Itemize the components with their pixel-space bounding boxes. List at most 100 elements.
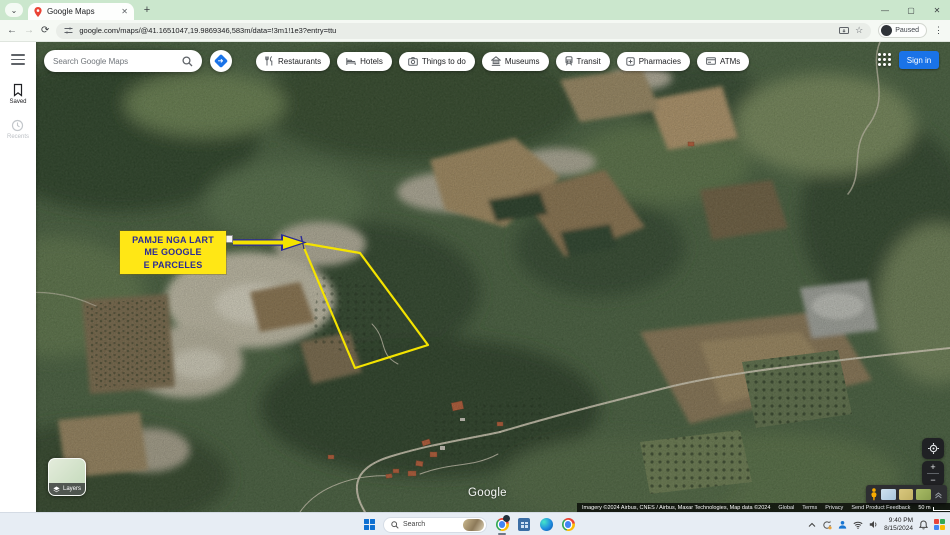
window-controls: — ▢ ✕ [872, 0, 950, 20]
tray-expand-chevron-icon[interactable] [808, 522, 816, 528]
directions-button[interactable]: ➜ [210, 50, 232, 72]
chip-label: Things to do [422, 57, 466, 66]
taskbar-search-box[interactable]: Search [383, 517, 487, 533]
footer-link-region[interactable]: Global [778, 505, 794, 511]
map-attribution-bar: Imagery ©2024 Airbus, CNES / Airbus, Max… [577, 503, 950, 512]
widgets-icon[interactable] [934, 519, 945, 530]
chip-hotels[interactable]: Hotels [337, 52, 392, 71]
scale-bar [933, 507, 950, 511]
url-text: google.com/maps/@41.1651047,19.9869346,5… [79, 26, 336, 35]
taskbar-edge-icon[interactable] [539, 516, 553, 533]
browser-window: ⌄ Google Maps ✕ + — ▢ ✕ ← → ⟳ google.com… [0, 0, 950, 535]
map-style-thumbnail[interactable] [899, 489, 914, 500]
sidebar-item-recents[interactable]: Recents [7, 119, 29, 140]
chip-things-to-do[interactable]: Things to do [399, 52, 475, 71]
chip-label: Museums [505, 57, 540, 66]
minimize-button[interactable]: — [872, 0, 898, 20]
clock-time: 9:40 PM [884, 517, 913, 525]
maps-search-box[interactable]: Search Google Maps [44, 50, 202, 72]
bookmark-icon [12, 83, 24, 97]
search-highlight-thumbnail [463, 519, 484, 531]
tab-google-maps[interactable]: Google Maps ✕ [28, 3, 134, 20]
new-tab-button[interactable]: + [139, 2, 155, 18]
footer-link-terms[interactable]: Terms [802, 505, 817, 511]
profile-avatar [881, 25, 892, 36]
chip-label: Restaurants [278, 57, 321, 66]
chip-museums[interactable]: Museums [482, 52, 549, 71]
layers-button[interactable]: Layers [48, 458, 86, 496]
site-settings-icon[interactable] [64, 26, 73, 35]
category-chips: Restaurants Hotels Things to do Museums … [256, 52, 749, 71]
notification-badge [503, 515, 510, 522]
notifications-bell-icon[interactable] [919, 520, 928, 530]
search-icon [391, 521, 399, 529]
close-button[interactable]: ✕ [924, 0, 950, 20]
pharmacies-icon [626, 57, 635, 66]
sync-icon[interactable] [822, 520, 832, 530]
google-watermark: Google [468, 487, 507, 499]
sidebar-item-label: Saved [9, 99, 26, 105]
zoom-in-button[interactable]: + [922, 461, 944, 473]
map-style-thumbnail[interactable] [916, 489, 931, 500]
history-icon [11, 119, 24, 132]
imagery-control-bar [866, 485, 947, 504]
wifi-icon[interactable] [853, 521, 863, 529]
search-icon[interactable] [182, 56, 193, 67]
google-apps-grid-icon[interactable] [878, 53, 891, 66]
clock-date: 8/15/2024 [884, 525, 913, 533]
chip-atms[interactable]: ATMs [697, 52, 749, 71]
chip-pharmacies[interactable]: Pharmacies [617, 52, 690, 71]
taskbar-clock[interactable]: 9:40 PM 8/15/2024 [884, 517, 913, 533]
layers-label: Layers [63, 486, 81, 492]
profile-chip[interactable]: Paused [878, 23, 927, 38]
annotation-line: E PARCELES [144, 259, 203, 272]
profile-status: Paused [895, 27, 919, 34]
tab-close-icon[interactable]: ✕ [121, 7, 128, 16]
chip-transit[interactable]: Transit [556, 52, 610, 71]
back-button[interactable]: ← [7, 26, 17, 36]
sidebar-item-saved[interactable]: Saved [9, 83, 26, 105]
reload-button[interactable]: ⟳ [41, 26, 49, 36]
pegman-icon[interactable] [870, 488, 878, 501]
hotels-icon [346, 57, 356, 66]
windows-taskbar: Search 9:40 PM 8/15/2024 [0, 512, 950, 535]
chip-restaurants[interactable]: Restaurants [256, 52, 330, 71]
user-account-icon[interactable] [838, 520, 847, 529]
maximize-button[interactable]: ▢ [898, 0, 924, 20]
tab-strip: ⌄ Google Maps ✕ + — ▢ ✕ [0, 0, 950, 20]
forward-button[interactable]: → [24, 26, 34, 36]
map-style-thumbnail[interactable] [881, 489, 896, 500]
restaurants-icon [265, 56, 274, 66]
taskbar-chrome2-icon[interactable] [561, 516, 575, 533]
footer-link-privacy[interactable]: Privacy [825, 505, 843, 511]
chip-label: Transit [577, 57, 601, 66]
things-to-do-icon [408, 57, 418, 66]
taskbar-search-placeholder: Search [403, 521, 459, 528]
my-location-button[interactable] [922, 438, 944, 459]
satellite-imagery[interactable] [0, 42, 950, 512]
maps-sidebar: Saved Recents [0, 42, 36, 512]
map-scale: 50 m [918, 505, 950, 511]
sidebar-item-label: Recents [7, 134, 29, 140]
annotation-label-box: PAMJE NGA LART ME GOOGLE E PARCELES [120, 231, 226, 274]
address-bar[interactable]: google.com/maps/@41.1651047,19.9869346,5… [56, 23, 871, 39]
menu-icon[interactable] [11, 54, 25, 65]
directions-icon: ➜ [214, 54, 228, 68]
footer-link-feedback[interactable]: Send Product Feedback [851, 505, 910, 511]
tab-title: Google Maps [47, 7, 116, 16]
taskbar-calculator-icon[interactable] [517, 516, 531, 533]
maps-pin-favicon [34, 7, 42, 17]
bookmark-star-icon[interactable]: ☆ [855, 25, 863, 36]
install-app-icon[interactable] [839, 27, 849, 35]
map-viewport[interactable]: PAMJE NGA LART ME GOOGLE E PARCELES Save… [0, 42, 950, 512]
taskbar-chrome-icon[interactable] [495, 516, 509, 533]
start-button[interactable] [364, 519, 375, 530]
browser-menu-icon[interactable]: ⋮ [934, 25, 943, 36]
chip-label: ATMs [720, 57, 740, 66]
collapse-chevron-icon[interactable] [934, 490, 943, 499]
sign-in-button[interactable]: Sign in [899, 51, 939, 69]
layers-icon [53, 486, 60, 493]
volume-icon[interactable] [869, 520, 878, 529]
tab-search-button[interactable]: ⌄ [5, 3, 23, 17]
scale-label: 50 m [918, 505, 930, 511]
